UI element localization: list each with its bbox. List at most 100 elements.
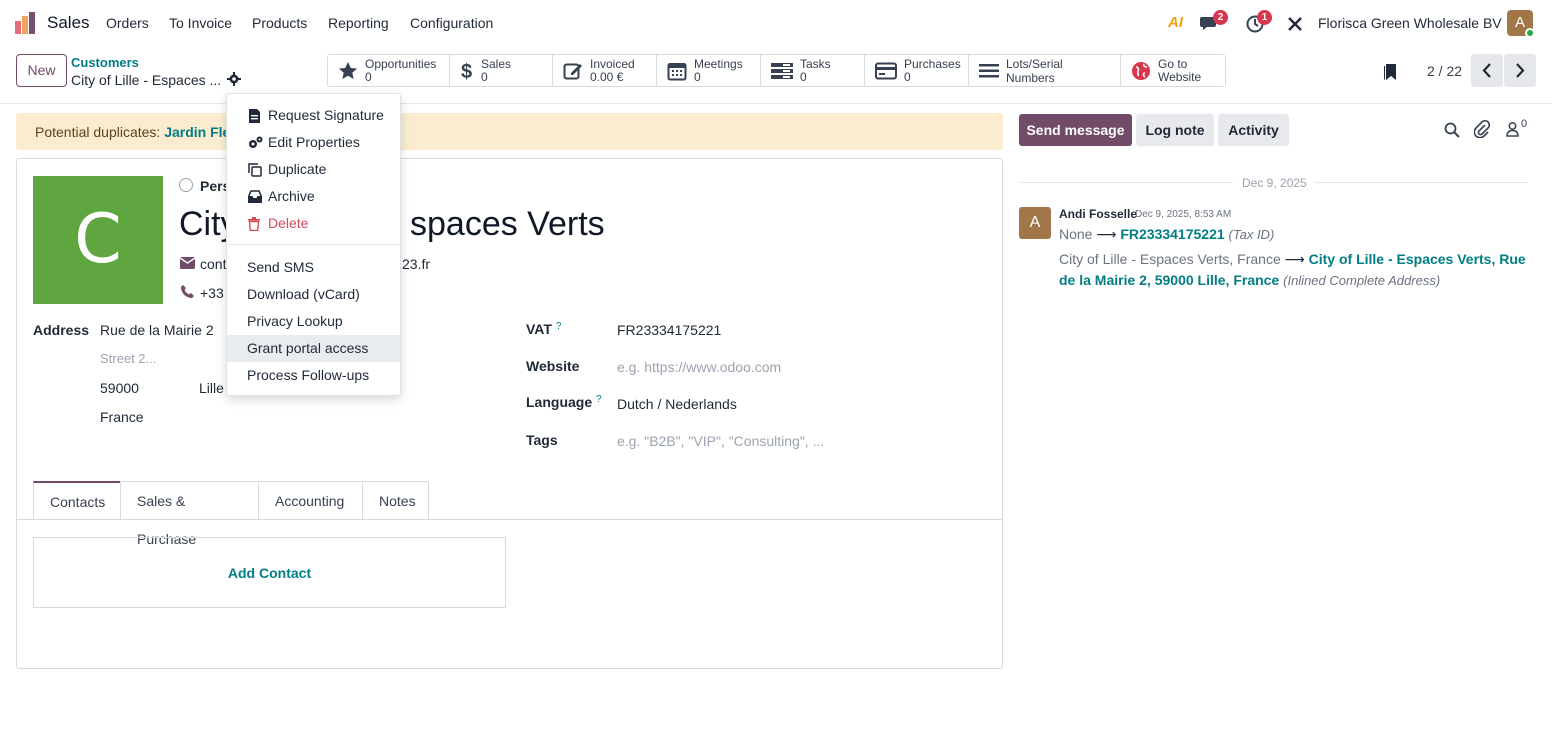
menu-download-vcard[interactable]: Download (vCard) xyxy=(227,281,400,308)
ai-icon[interactable]: AI xyxy=(1168,14,1183,31)
vat-label: VAT xyxy=(526,321,552,337)
send-message-button[interactable]: Send message xyxy=(1019,114,1132,146)
menu-item-label: Request Signature xyxy=(268,107,384,123)
tab-contacts[interactable]: Contacts xyxy=(33,481,121,519)
country-field[interactable]: France xyxy=(100,409,144,425)
menu-request-signature[interactable]: Request Signature xyxy=(227,102,400,129)
tags-label: Tags xyxy=(526,432,558,448)
website-field[interactable]: e.g. https://www.odoo.com xyxy=(617,359,781,375)
vat-help-icon[interactable]: ? xyxy=(556,321,562,332)
star-icon xyxy=(339,61,357,79)
menu-edit-properties[interactable]: Edit Properties xyxy=(227,129,400,156)
pager-previous-button[interactable] xyxy=(1471,54,1503,87)
log-note-button[interactable]: Log note xyxy=(1136,114,1214,146)
menu-orders[interactable]: Orders xyxy=(106,15,149,31)
app-name[interactable]: Sales xyxy=(47,13,90,33)
smart-button-meetings[interactable]: Meetings 0 xyxy=(657,55,761,86)
menu-configuration[interactable]: Configuration xyxy=(410,15,493,31)
trash-icon xyxy=(248,217,260,231)
email-partial-left[interactable]: cont xyxy=(200,256,226,272)
language-field[interactable]: Dutch / Nederlands xyxy=(617,396,737,412)
smart-button-sales[interactable]: $ Sales 0 xyxy=(450,55,553,86)
pager-value[interactable]: 2 / 22 xyxy=(1427,63,1462,79)
city-field[interactable]: Lille xyxy=(199,380,224,396)
smart-button-purchases[interactable]: Purchases 0 xyxy=(865,55,969,86)
smart-button-lots-serial[interactable]: Lots/Serial Numbers xyxy=(969,55,1121,86)
website-label: Website xyxy=(526,358,580,374)
tab-sales-purchase[interactable]: Sales & Purchase xyxy=(120,481,259,547)
duplicates-text: Potential duplicates: Jardin Fle xyxy=(35,124,230,140)
arrow-right-icon: ⟶ xyxy=(1096,226,1117,242)
language-help-icon[interactable]: ? xyxy=(596,394,602,405)
smart-label: Go to Website xyxy=(1158,56,1202,84)
add-contact-button[interactable]: Add Contact xyxy=(33,537,506,608)
online-status-dot xyxy=(1525,28,1535,38)
menu-grant-portal-access[interactable]: Grant portal access xyxy=(227,335,400,362)
partner-avatar[interactable]: C xyxy=(33,176,163,304)
smart-button-tasks[interactable]: Tasks 0 xyxy=(761,55,865,86)
menu-to-invoice[interactable]: To Invoice xyxy=(169,15,232,31)
sales-app-logo-icon[interactable] xyxy=(15,12,37,34)
menu-delete[interactable]: Delete xyxy=(227,210,400,237)
tasks-icon xyxy=(771,62,793,79)
menu-products[interactable]: Products xyxy=(252,15,307,31)
street2-field[interactable]: Street 2... xyxy=(100,351,156,366)
street-field[interactable]: Rue de la Mairie 2 xyxy=(100,322,214,338)
email-partial-right[interactable]: 23.fr xyxy=(402,256,430,272)
pager-next-button[interactable] xyxy=(1504,54,1536,87)
smart-label: Sales xyxy=(481,56,512,71)
top-navbar: Sales Orders To Invoice Products Reporti… xyxy=(0,0,1552,46)
paperclip-icon[interactable] xyxy=(1474,120,1490,138)
message-author[interactable]: Andi Fosselle xyxy=(1059,207,1137,221)
chevron-right-icon xyxy=(1516,63,1525,78)
vat-field[interactable]: FR23334175221 xyxy=(617,322,721,338)
calendar-icon xyxy=(667,62,687,80)
chevron-left-icon xyxy=(1482,63,1491,78)
tags-field[interactable]: e.g. "B2B", "VIP", "Consulting", ... xyxy=(617,433,824,449)
partner-name-right[interactable]: spaces Verts xyxy=(410,205,605,244)
new-button[interactable]: New xyxy=(16,54,67,87)
zip-field[interactable]: 59000 xyxy=(100,380,139,396)
company-switcher[interactable]: Florisca Green Wholesale BV xyxy=(1318,15,1502,31)
smart-button-go-to-website[interactable]: Go to Website xyxy=(1121,55,1225,86)
smart-button-opportunities[interactable]: Opportunities 0 xyxy=(328,55,450,86)
followers-icon[interactable] xyxy=(1506,122,1519,137)
tab-notes[interactable]: Notes xyxy=(362,481,429,519)
menu-privacy-lookup[interactable]: Privacy Lookup xyxy=(227,308,400,335)
gear-icon[interactable] xyxy=(226,71,242,87)
menu-duplicate[interactable]: Duplicate xyxy=(227,156,400,183)
menu-send-sms[interactable]: Send SMS xyxy=(227,254,400,281)
new-value: FR23334175221 xyxy=(1120,226,1225,242)
old-value: None xyxy=(1059,226,1093,242)
date-divider-left xyxy=(1019,182,1233,183)
tabs-underline xyxy=(17,519,1002,520)
phone-partial[interactable]: +33 xyxy=(200,285,224,301)
tab-accounting[interactable]: Accounting xyxy=(258,481,363,519)
invoice-edit-icon xyxy=(563,63,582,79)
menu-item-label: Edit Properties xyxy=(268,134,360,150)
smart-value: 0 xyxy=(694,69,701,84)
arrow-right-icon: ⟶ xyxy=(1284,251,1305,267)
svg-text:$: $ xyxy=(461,61,472,81)
bookmark-icon[interactable] xyxy=(1383,63,1397,81)
author-avatar[interactable]: A xyxy=(1019,207,1051,239)
search-icon[interactable] xyxy=(1444,122,1460,138)
menu-reporting[interactable]: Reporting xyxy=(328,15,389,31)
tools-icon[interactable] xyxy=(1287,16,1303,32)
message-date-separator: Dec 9, 2025 xyxy=(1242,176,1307,190)
breadcrumb-customers[interactable]: Customers xyxy=(71,55,139,70)
activity-button[interactable]: Activity xyxy=(1218,114,1289,146)
tracking-change-address: City of Lille - Espaces Verts, France ⟶ … xyxy=(1059,249,1534,291)
smart-label: Tasks xyxy=(800,56,831,71)
smart-button-invoiced[interactable]: Invoiced 0.00 € xyxy=(553,55,657,86)
followers-count[interactable]: 0 xyxy=(1521,118,1527,130)
smart-buttons: Opportunities 0 $ Sales 0 Invoiced 0.00 € M… xyxy=(327,54,1226,87)
envelope-icon xyxy=(180,257,195,269)
message-time: Dec 9, 2025, 8:53 AM xyxy=(1135,209,1232,220)
copy-icon xyxy=(248,163,262,177)
menu-item-label: Delete xyxy=(268,215,309,231)
duplicate-link[interactable]: Jardin Fle xyxy=(164,124,230,140)
menu-process-follow-ups[interactable]: Process Follow-ups xyxy=(227,362,400,389)
menu-archive[interactable]: Archive xyxy=(227,183,400,210)
person-radio[interactable] xyxy=(179,178,193,192)
